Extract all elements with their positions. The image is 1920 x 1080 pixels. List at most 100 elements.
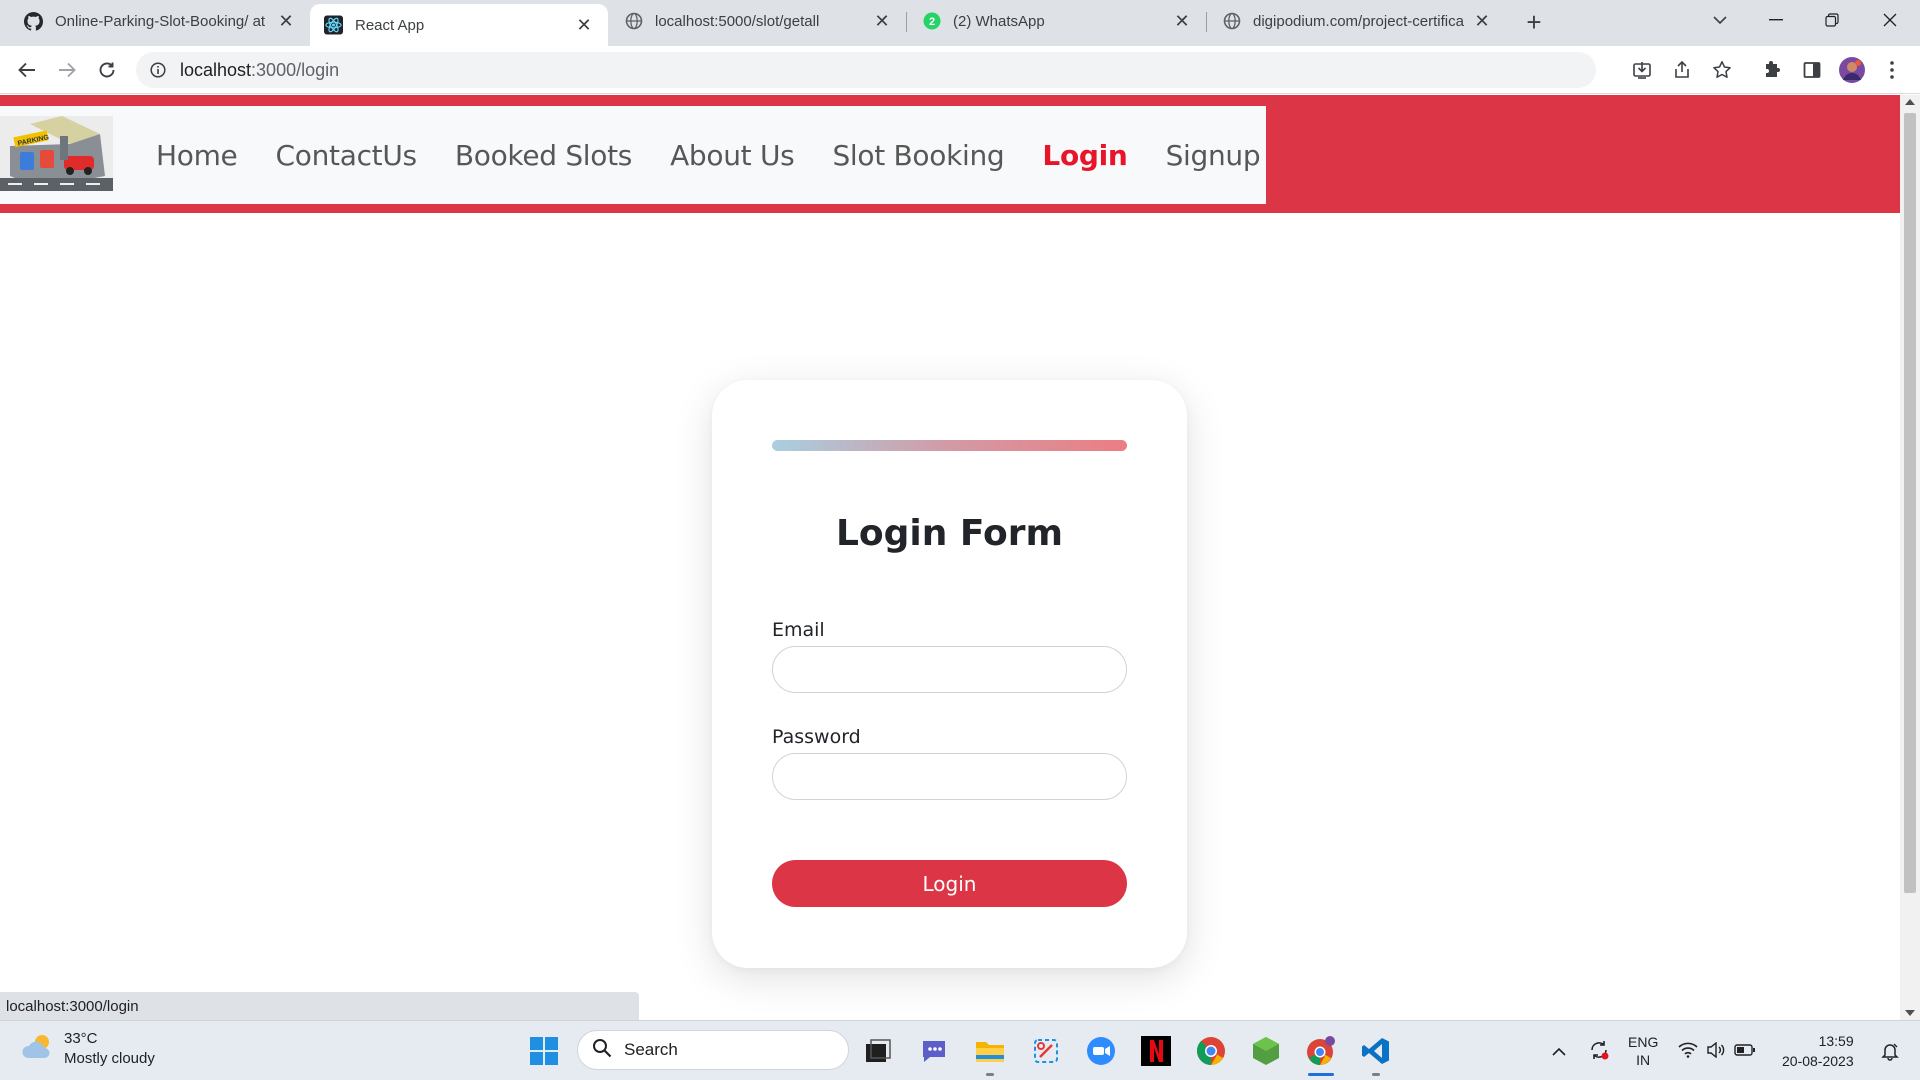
battery-icon[interactable] — [1734, 1043, 1756, 1059]
file-explorer-icon[interactable] — [970, 1031, 1010, 1071]
whatsapp-icon: 2 — [922, 12, 941, 31]
extensions-puzzle-icon[interactable] — [1758, 56, 1786, 84]
react-icon — [324, 15, 343, 35]
nav-links: Home ContactUs Booked Slots About Us Slo… — [156, 106, 1298, 204]
globe-icon — [1222, 12, 1241, 31]
tab-title: digipodium.com/project-certifica — [1253, 12, 1464, 30]
page-viewport: PARKING Home ContactUs Booked Slots Abou… — [0, 95, 1900, 1020]
cloudy-weather-icon — [20, 1032, 56, 1067]
nav-about-link[interactable]: About Us — [670, 139, 795, 172]
nav-signup-link[interactable]: Signup — [1166, 139, 1261, 172]
header-band: PARKING Home ContactUs Booked Slots Abou… — [0, 95, 1900, 213]
close-window-button[interactable] — [1870, 6, 1910, 34]
volume-icon[interactable] — [1706, 1041, 1726, 1061]
taskbar-search[interactable]: Search — [577, 1030, 849, 1070]
nav-booked-slots-link[interactable]: Booked Slots — [455, 139, 633, 172]
url-text: localhost:3000/login — [180, 60, 339, 81]
close-tab-icon[interactable]: ✕ — [1172, 11, 1192, 31]
share-icon[interactable] — [1668, 56, 1696, 84]
clock-date: 20-08-2023 — [1782, 1053, 1854, 1069]
chrome-profile-icon[interactable] — [1301, 1031, 1341, 1071]
password-field[interactable] — [772, 753, 1127, 800]
new-tab-button[interactable]: + — [1520, 7, 1548, 37]
bookmark-star-icon[interactable] — [1708, 56, 1736, 84]
search-label: Search — [624, 1040, 678, 1059]
login-card: Login Form Email Password Login — [712, 380, 1187, 968]
language-indicator[interactable]: ENG IN — [1628, 1033, 1658, 1069]
zoom-icon[interactable] — [1081, 1031, 1121, 1071]
windows-start-icon[interactable] — [524, 1031, 564, 1071]
weather-desc: Mostly cloudy — [64, 1050, 155, 1067]
reload-icon[interactable] — [93, 56, 121, 84]
globe-icon — [624, 12, 643, 31]
windows-taskbar: 33°C Mostly cloudy Search ENG IN 13:59 2… — [0, 1020, 1920, 1080]
profile-avatar[interactable] — [1838, 56, 1866, 84]
tab-separator — [1206, 12, 1207, 32]
back-arrow-icon[interactable] — [13, 56, 41, 84]
email-field[interactable] — [772, 646, 1127, 693]
weather-temp: 33°C — [64, 1030, 98, 1047]
browser-toolbar: localhost:3000/login — [0, 46, 1920, 94]
site-info-icon[interactable] — [148, 60, 168, 80]
login-form-title: Login Form — [835, 513, 1064, 554]
nav-contact-link[interactable]: ContactUs — [276, 139, 418, 172]
tab-whatsapp[interactable]: 2 (2) WhatsApp ✕ — [908, 4, 1206, 38]
lang-bottom: IN — [1636, 1052, 1651, 1068]
browser-tab-strip: Online-Parking-Slot-Booking/ at ✕ React … — [0, 0, 1920, 46]
chrome-icon[interactable] — [1191, 1031, 1231, 1071]
task-view-icon[interactable] — [858, 1031, 898, 1071]
lang-top: ENG — [1628, 1034, 1659, 1050]
vscode-icon[interactable] — [1356, 1031, 1396, 1071]
nav-login-link[interactable]: Login — [1042, 139, 1127, 172]
tab-search-chevron-icon[interactable] — [1700, 6, 1740, 34]
url-path: :3000/login — [251, 59, 340, 80]
close-tab-icon[interactable]: ✕ — [574, 15, 594, 35]
tab-slot-getall[interactable]: localhost:5000/slot/getall ✕ — [610, 4, 906, 38]
search-icon — [592, 1038, 612, 1063]
netflix-icon[interactable] — [1136, 1031, 1176, 1071]
wifi-icon[interactable] — [1678, 1042, 1698, 1061]
tab-digipodium[interactable]: digipodium.com/project-certifica ✕ — [1208, 4, 1506, 38]
tab-title: React App — [355, 16, 425, 34]
tab-github[interactable]: Online-Parking-Slot-Booking/ at ✕ — [10, 4, 310, 38]
close-tab-icon[interactable]: ✕ — [276, 11, 296, 31]
scroll-up-arrow-icon[interactable] — [1905, 99, 1915, 105]
install-app-icon[interactable] — [1628, 56, 1656, 84]
page-scrollbar[interactable] — [1900, 95, 1920, 1020]
active-app-indicator — [1308, 1073, 1334, 1076]
snipping-tool-icon[interactable] — [1026, 1031, 1066, 1071]
teams-chat-icon[interactable] — [914, 1031, 954, 1071]
restore-button[interactable] — [1812, 6, 1852, 34]
clock-time: 13:59 — [1818, 1033, 1854, 1049]
nav-slot-booking-link[interactable]: Slot Booking — [832, 139, 1004, 172]
running-indicator — [986, 1073, 994, 1076]
chevron-up-icon[interactable] — [1552, 1043, 1566, 1059]
github-icon — [24, 11, 43, 31]
email-label: Email — [772, 619, 825, 641]
taskbar-clock[interactable]: 13:59 20-08-2023 — [1782, 1031, 1854, 1071]
minimize-button[interactable] — [1756, 6, 1796, 34]
sync-icon[interactable] — [1588, 1039, 1610, 1064]
system-tray: ENG IN — [1552, 1021, 1756, 1080]
whatsapp-badge: 2 — [928, 16, 934, 28]
card-accent-bar — [772, 440, 1127, 451]
scroll-down-arrow-icon[interactable] — [1905, 1010, 1915, 1016]
close-tab-icon[interactable]: ✕ — [872, 11, 892, 31]
nav-home-link[interactable]: Home — [156, 139, 238, 172]
chrome-menu-icon[interactable] — [1878, 56, 1906, 84]
navbar: PARKING Home ContactUs Booked Slots Abou… — [0, 106, 1266, 204]
tab-title: Online-Parking-Slot-Booking/ at — [55, 12, 266, 30]
nodejs-icon[interactable] — [1246, 1031, 1286, 1071]
tab-title: localhost:5000/slot/getall — [655, 12, 820, 30]
scrollbar-thumb[interactable] — [1904, 113, 1916, 893]
parking-logo[interactable]: PARKING — [0, 116, 113, 191]
tab-react-app[interactable]: React App ✕ — [310, 4, 608, 46]
forward-arrow-icon[interactable] — [53, 56, 81, 84]
address-bar[interactable]: localhost:3000/login — [136, 52, 1596, 88]
weather-widget[interactable]: 33°C Mostly cloudy — [20, 1029, 155, 1069]
close-tab-icon[interactable]: ✕ — [1472, 11, 1492, 31]
tab-separator — [906, 12, 907, 32]
login-button[interactable]: Login — [772, 860, 1127, 907]
side-panel-icon[interactable] — [1798, 56, 1826, 84]
notification-bell-icon[interactable] — [1870, 1031, 1910, 1071]
